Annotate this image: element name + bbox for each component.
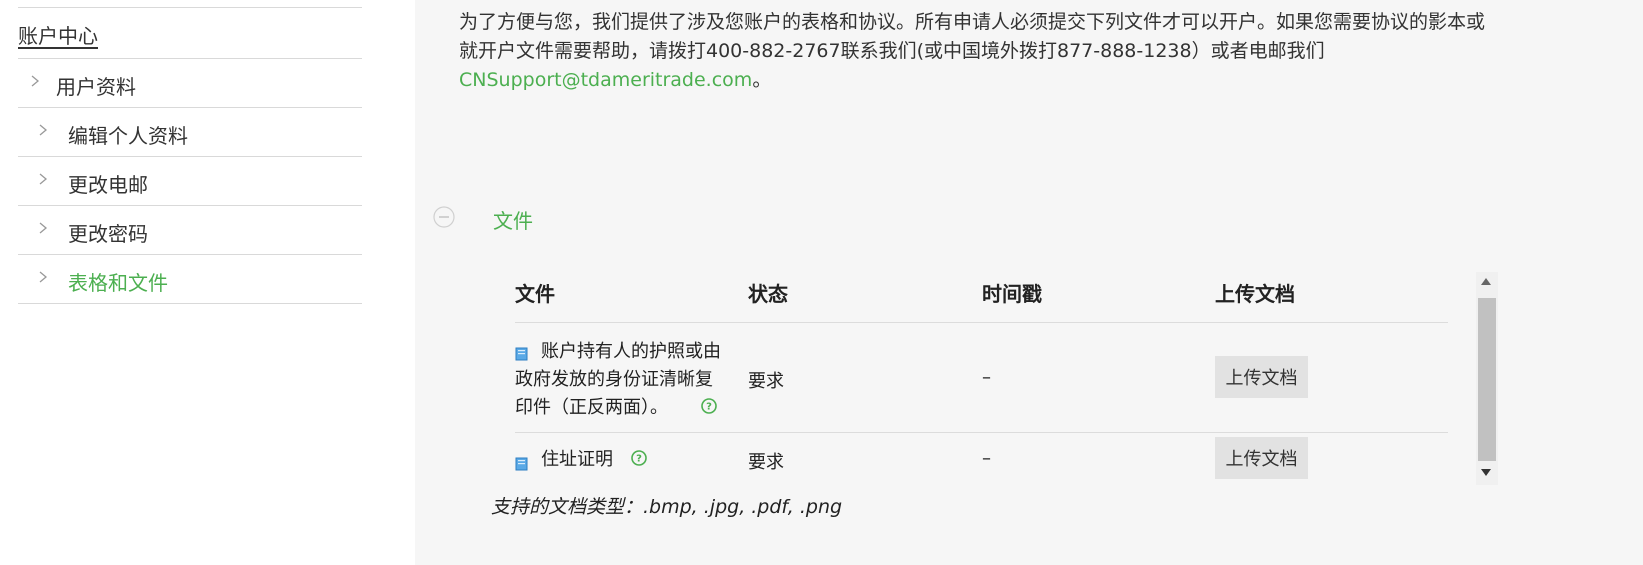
table-scrollbar[interactable] — [1476, 272, 1498, 485]
sidebar-item-label: 编辑个人资料 — [68, 124, 188, 148]
scrollbar-thumb[interactable] — [1478, 298, 1496, 461]
sidebar-item-label: 用户资料 — [56, 75, 136, 99]
sidebar-nav: 用户资料 编辑个人资料 更改电邮 更改密码 表格和文件 — [18, 58, 362, 304]
section-title-documents[interactable]: 文件 — [493, 205, 533, 234]
divider — [515, 322, 1448, 323]
intro-text: 为了方便与您，我们提供了涉及您账户的表格和协议。所有申请人必须提交下列文件才可以… — [459, 11, 1486, 62]
support-email-link[interactable]: CNSupport@tdameritrade.com — [459, 69, 752, 91]
status-cell: 要求 — [748, 371, 784, 392]
sidebar-item-change-email[interactable]: 更改电邮 — [18, 156, 362, 205]
timestamp-cell: – — [982, 448, 991, 469]
column-header-status: 状态 — [748, 282, 788, 306]
svg-text:?: ? — [706, 402, 712, 413]
chevron-right-icon — [36, 123, 50, 137]
document-name-line: 政府发放的身份证清晰复 — [515, 369, 713, 390]
divider — [515, 432, 1448, 433]
sidebar-title-account-center[interactable]: 账户中心 — [18, 20, 98, 49]
chevron-right-icon — [36, 221, 50, 235]
intro-paragraph: 为了方便与您，我们提供了涉及您账户的表格和协议。所有申请人必须提交下列文件才可以… — [459, 8, 1499, 95]
scroll-down-arrow-icon[interactable] — [1481, 469, 1491, 476]
help-question-icon[interactable]: ? — [631, 450, 647, 466]
sidebar-item-label: 表格和文件 — [68, 271, 168, 295]
column-header-timestamp: 时间戳 — [982, 282, 1042, 306]
divider — [18, 7, 362, 8]
sidebar-item-label: 更改密码 — [68, 222, 148, 246]
document-name-line: 账户持有人的护照或由 — [541, 341, 721, 362]
document-icon — [515, 346, 529, 361]
svg-text:?: ? — [636, 454, 642, 465]
chevron-right-icon — [28, 74, 42, 88]
sidebar-item-label: 更改电邮 — [68, 173, 148, 197]
chevron-right-icon — [36, 270, 50, 284]
sidebar-item-edit-profile[interactable]: 编辑个人资料 — [18, 107, 362, 156]
upload-document-button[interactable]: 上传文档 — [1215, 437, 1308, 479]
supported-file-types-note: 支持的文档类型：.bmp, .jpg, .pdf, .png — [491, 496, 843, 518]
status-cell: 要求 — [748, 452, 784, 473]
scroll-up-arrow-icon[interactable] — [1481, 278, 1491, 285]
sidebar-item-forms-and-documents[interactable]: 表格和文件 — [18, 254, 362, 304]
column-header-document: 文件 — [515, 282, 555, 306]
help-question-icon[interactable]: ? — [701, 398, 717, 414]
chevron-right-icon — [36, 172, 50, 186]
timestamp-cell: – — [982, 367, 991, 388]
collapse-minus-icon[interactable] — [433, 206, 455, 228]
document-name-line: 印件（正反两面）。 — [515, 397, 668, 418]
sidebar-item-user-profile[interactable]: 用户资料 — [18, 58, 362, 107]
intro-suffix: 。 — [752, 69, 772, 91]
column-header-upload: 上传文档 — [1215, 282, 1295, 306]
document-name-line: 住址证明 — [541, 449, 613, 470]
sidebar: 账户中心 用户资料 编辑个人资料 更改电邮 更改密码 表格和文件 — [0, 0, 415, 565]
main-panel: 为了方便与您，我们提供了涉及您账户的表格和协议。所有申请人必须提交下列文件才可以… — [415, 0, 1643, 565]
document-icon — [515, 456, 529, 471]
sidebar-item-change-password[interactable]: 更改密码 — [18, 205, 362, 254]
upload-document-button[interactable]: 上传文档 — [1215, 356, 1308, 398]
